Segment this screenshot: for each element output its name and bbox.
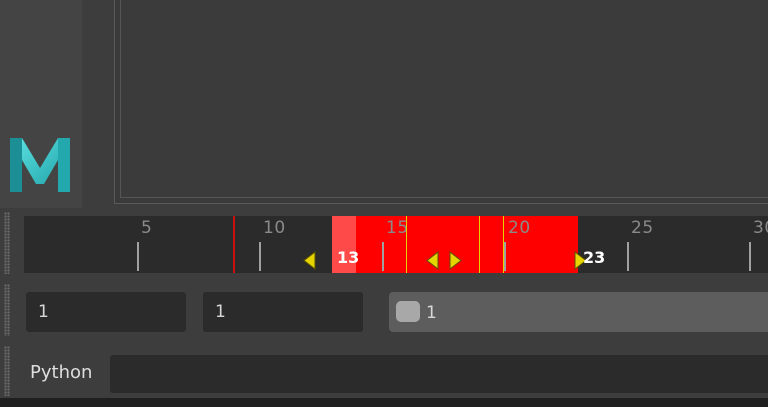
commandline-grip[interactable] xyxy=(4,346,10,396)
tick-label-25: 25 xyxy=(631,218,654,238)
key-left-arrow-icon[interactable] xyxy=(426,251,439,270)
range-slider-handle[interactable] xyxy=(396,301,420,322)
playback-start-field[interactable]: 1 xyxy=(203,292,363,332)
bottom-border xyxy=(0,398,768,407)
tick-label-10: 10 xyxy=(263,218,286,238)
tick-mark xyxy=(137,242,139,271)
viewport-inner-frame xyxy=(120,0,768,198)
key-left-arrow-icon[interactable] xyxy=(303,251,316,270)
tick-mark xyxy=(382,242,384,271)
tick-label-30: 30 xyxy=(753,218,768,238)
tick-label-20: 20 xyxy=(508,218,531,238)
range-slider-label: 1 xyxy=(426,303,437,323)
key-right-arrow-icon[interactable] xyxy=(449,251,462,270)
key-line xyxy=(503,216,504,273)
tick-mark xyxy=(259,242,261,271)
tick-mark xyxy=(504,242,506,271)
current-frame-label: 13 xyxy=(337,248,360,267)
time-slider[interactable]: 5 10 15 20 25 30 13 23 xyxy=(24,216,768,273)
tick-mark xyxy=(627,242,629,271)
tick-label-5: 5 xyxy=(141,218,153,238)
timeslider-grip[interactable] xyxy=(4,212,10,274)
range-slider-bar[interactable] xyxy=(389,292,768,332)
animation-start-field[interactable]: 1 xyxy=(26,292,186,332)
command-language-toggle[interactable]: Python xyxy=(30,362,92,383)
maya-logo xyxy=(10,138,70,192)
current-time-indicator[interactable] xyxy=(233,216,235,273)
rangeslider-grip[interactable] xyxy=(4,284,10,336)
command-line-input[interactable] xyxy=(110,355,768,393)
range-end-frame-label: 23 xyxy=(583,248,606,267)
tick-mark xyxy=(749,242,751,271)
key-line xyxy=(479,216,480,273)
key-line xyxy=(406,216,407,273)
